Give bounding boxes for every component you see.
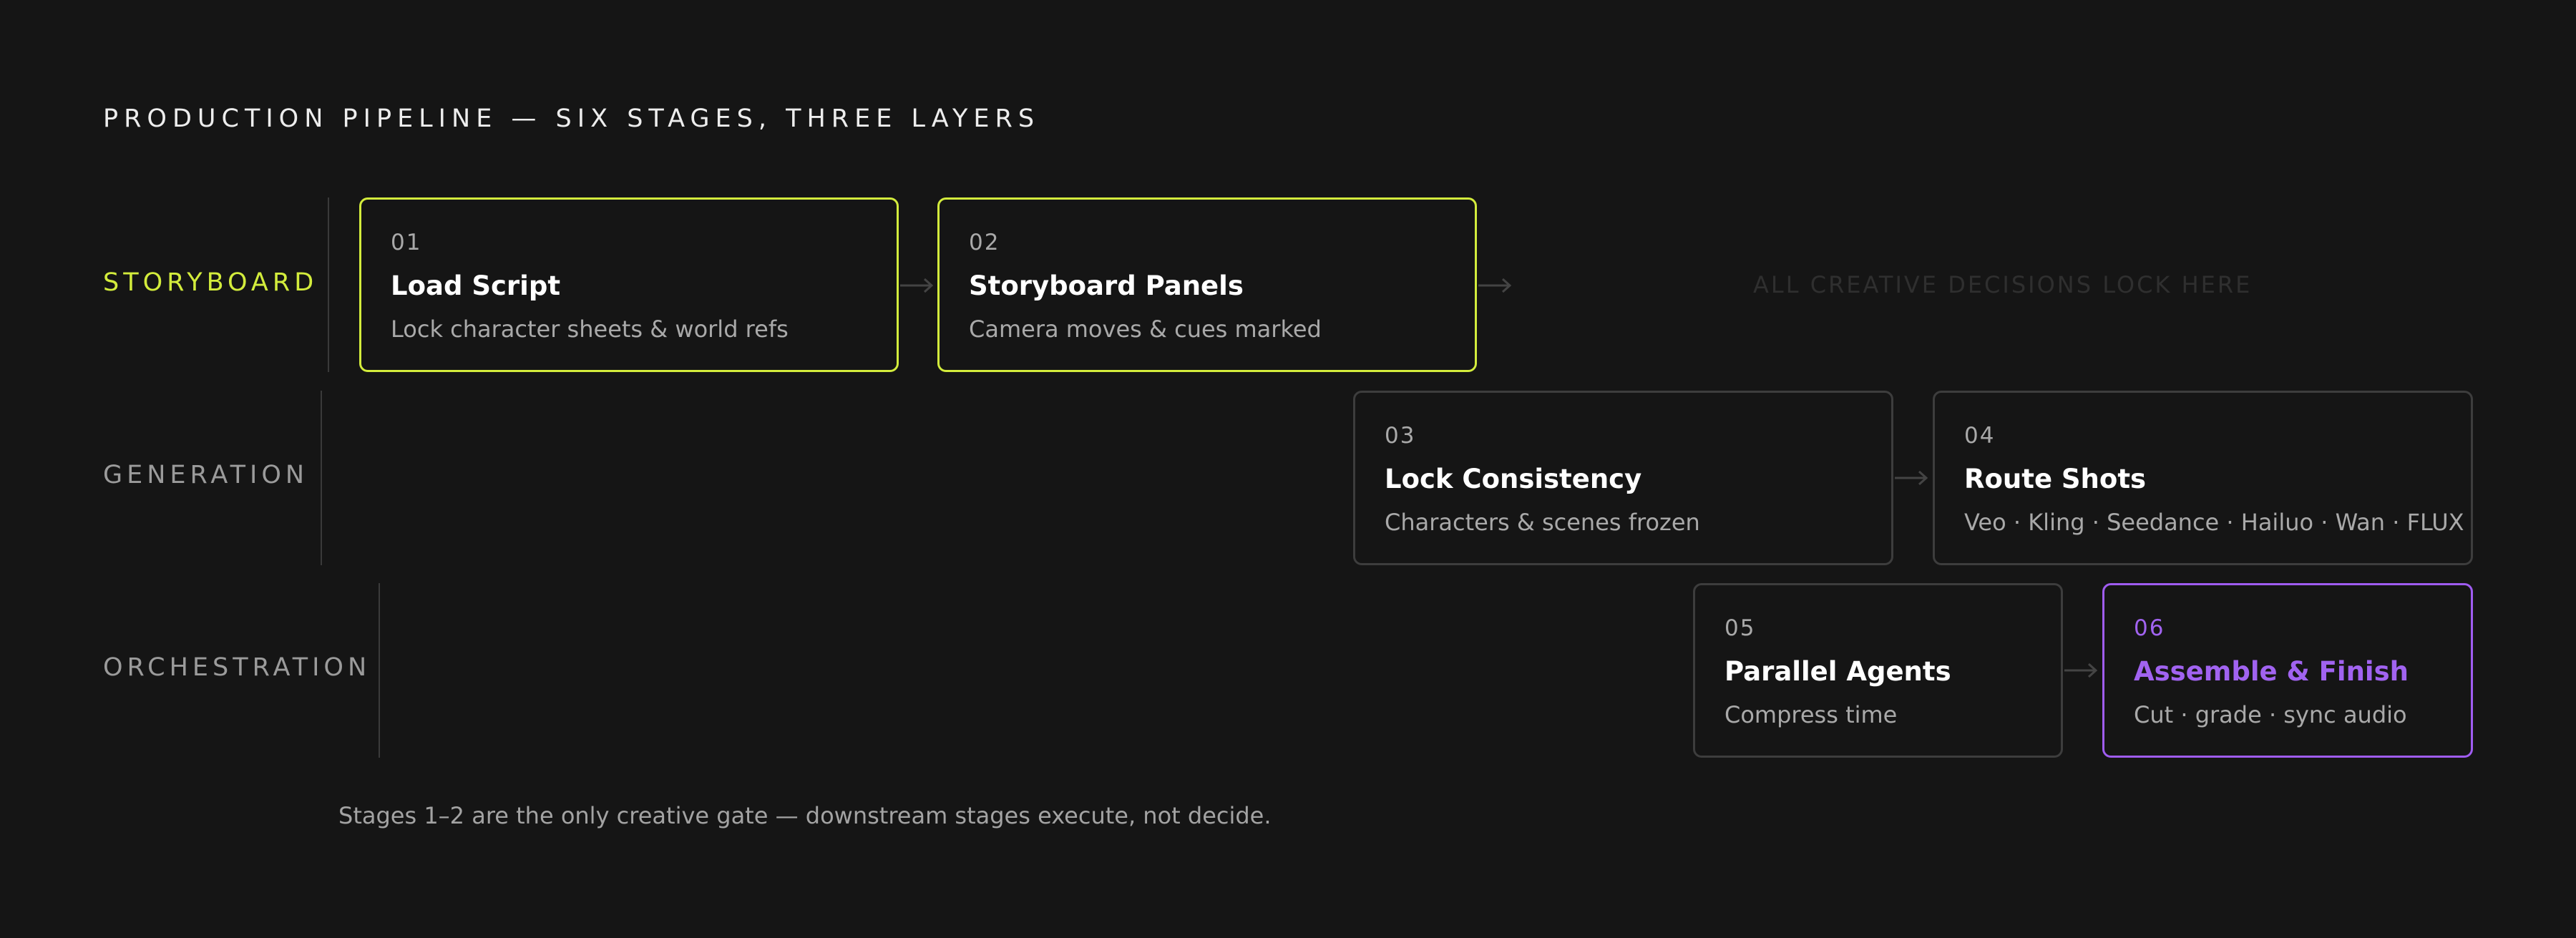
diagram-title: PRODUCTION PIPELINE — SIX STAGES, THREE … [103, 104, 1040, 133]
layer-label-orchestration: ORCHESTRATION [103, 653, 371, 682]
layer-divider-orchestration [379, 583, 380, 758]
footnote: Stages 1–2 are the only creative gate — … [338, 802, 1272, 829]
stage-number: 01 [391, 230, 422, 255]
stage-description: Cut · grade · sync audio [2134, 701, 2407, 728]
stage-card-03[interactable]: 03 Lock Consistency Characters & scenes … [1353, 391, 1893, 565]
stage-card-05[interactable]: 05 Parallel Agents Compress time [1693, 583, 2063, 758]
stage-card-04[interactable]: 04 Route Shots Veo · Kling · Seedance · … [1933, 391, 2473, 565]
stage-description: Camera moves & cues marked [969, 316, 1322, 343]
stage-description: Compress time [1724, 701, 1898, 728]
stage-description: Characters & scenes frozen [1385, 509, 1700, 536]
stage-card-02[interactable]: 02 Storyboard Panels Camera moves & cues… [937, 197, 1477, 372]
stage-name: Storyboard Panels [969, 270, 1244, 301]
layer-label-generation: GENERATION [103, 461, 309, 489]
stage-name: Parallel Agents [1724, 656, 1951, 687]
stage-name: Lock Consistency [1385, 464, 1642, 494]
arrow-right-icon [1478, 278, 1512, 293]
stage-number: 06 [2134, 615, 2165, 641]
stage-card-01[interactable]: 01 Load Script Lock character sheets & w… [359, 197, 899, 372]
stage-description: Lock character sheets & world refs [391, 316, 789, 343]
layer-divider-generation [321, 391, 322, 565]
stage-number: 03 [1385, 423, 1416, 449]
stage-name: Load Script [391, 270, 561, 301]
stage-number: 02 [969, 230, 1000, 255]
arrow-right-icon [900, 278, 934, 293]
stage-card-06[interactable]: 06 Assemble & Finish Cut · grade · sync … [2102, 583, 2473, 758]
stage-description: Veo · Kling · Seedance · Hailuo · Wan · … [1964, 509, 2464, 536]
stage-name: Assemble & Finish [2134, 656, 2409, 687]
layer-divider-storyboard [328, 197, 329, 372]
arrow-right-icon [1895, 470, 1928, 486]
stage-number: 05 [1724, 615, 1756, 641]
stage-number: 04 [1964, 423, 1996, 449]
lock-note: ALL CREATIVE DECISIONS LOCK HERE [1753, 271, 2253, 298]
arrow-right-icon [2064, 663, 2098, 678]
stage-name: Route Shots [1964, 464, 2147, 494]
layer-label-storyboard: STORYBOARD [103, 268, 318, 297]
